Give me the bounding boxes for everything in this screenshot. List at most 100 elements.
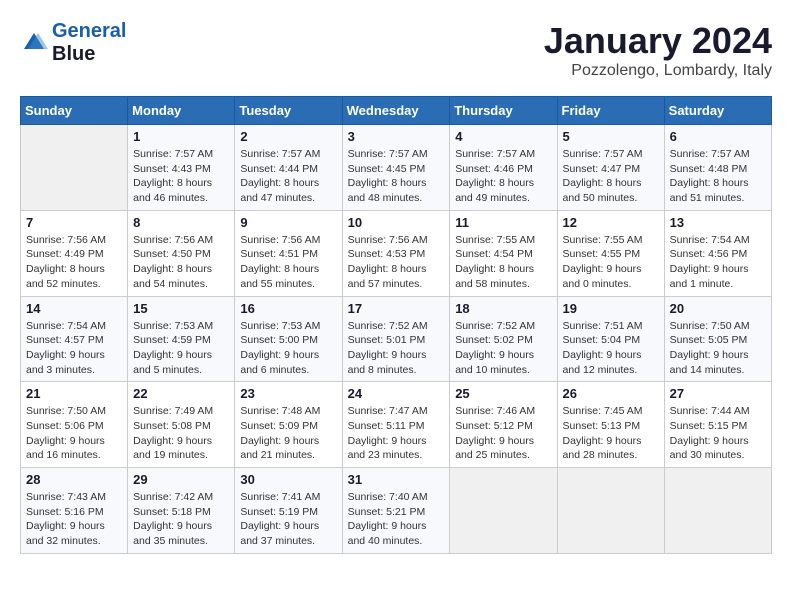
day-number: 9 xyxy=(240,215,336,230)
day-number: 11 xyxy=(455,215,551,230)
day-info: Sunrise: 7:50 AM Sunset: 5:06 PM Dayligh… xyxy=(26,404,122,463)
day-number: 17 xyxy=(348,301,445,316)
day-number: 8 xyxy=(133,215,229,230)
day-number: 16 xyxy=(240,301,336,316)
day-info: Sunrise: 7:45 AM Sunset: 5:13 PM Dayligh… xyxy=(563,404,659,463)
calendar-cell: 9 Sunrise: 7:56 AM Sunset: 4:51 PM Daylig… xyxy=(235,210,342,296)
day-number: 20 xyxy=(670,301,766,316)
day-number: 7 xyxy=(26,215,122,230)
month-title: January 2024 xyxy=(544,20,772,62)
calendar-cell: 8 Sunrise: 7:56 AM Sunset: 4:50 PM Daylig… xyxy=(128,210,235,296)
day-number: 27 xyxy=(670,386,766,401)
day-number: 23 xyxy=(240,386,336,401)
calendar-cell: 19Sunrise: 7:51 AM Sunset: 5:04 PM Dayli… xyxy=(557,296,664,382)
day-info: Sunrise: 7:53 AM Sunset: 5:00 PM Dayligh… xyxy=(240,319,336,378)
calendar-cell: 2 Sunrise: 7:57 AM Sunset: 4:44 PM Daylig… xyxy=(235,125,342,211)
day-number: 4 xyxy=(455,129,551,144)
calendar-cell: 5Sunrise: 7:57 AM Sunset: 4:47 PM Daylig… xyxy=(557,125,664,211)
day-number: 25 xyxy=(455,386,551,401)
header-cell-friday: Friday xyxy=(557,97,664,125)
day-number: 6 xyxy=(670,129,766,144)
week-row-4: 21 Sunrise: 7:50 AM Sunset: 5:06 PM Dayli… xyxy=(21,382,772,468)
calendar-cell: 29 Sunrise: 7:42 AM Sunset: 5:18 PM Dayli… xyxy=(128,468,235,554)
day-info: Sunrise: 7:57 AM Sunset: 4:44 PM Dayligh… xyxy=(240,147,336,206)
day-number: 26 xyxy=(563,386,659,401)
day-number: 12 xyxy=(563,215,659,230)
calendar-cell: 31 Sunrise: 7:40 AM Sunset: 5:21 PM Dayli… xyxy=(342,468,450,554)
day-info: Sunrise: 7:54 AM Sunset: 4:56 PM Dayligh… xyxy=(670,233,766,292)
calendar-cell: 22 Sunrise: 7:49 AM Sunset: 5:08 PM Dayli… xyxy=(128,382,235,468)
calendar-cell: 13 Sunrise: 7:54 AM Sunset: 4:56 PM Dayli… xyxy=(664,210,771,296)
calendar-cell: 18Sunrise: 7:52 AM Sunset: 5:02 PM Dayli… xyxy=(450,296,557,382)
calendar-cell: 27Sunrise: 7:44 AM Sunset: 5:15 PM Dayli… xyxy=(664,382,771,468)
day-number: 14 xyxy=(26,301,122,316)
day-number: 21 xyxy=(26,386,122,401)
calendar-cell: 14 Sunrise: 7:54 AM Sunset: 4:57 PM Dayli… xyxy=(21,296,128,382)
calendar-cell: 25 Sunrise: 7:46 AM Sunset: 5:12 PM Dayli… xyxy=(450,382,557,468)
title-block: January 2024 Pozzolengo, Lombardy, Italy xyxy=(544,20,772,80)
day-number: 19 xyxy=(563,301,659,316)
day-number: 5 xyxy=(563,129,659,144)
day-number: 18 xyxy=(455,301,551,316)
day-number: 10 xyxy=(348,215,445,230)
calendar-cell xyxy=(664,468,771,554)
calendar-cell: 1Sunrise: 7:57 AM Sunset: 4:43 PM Daylig… xyxy=(128,125,235,211)
day-info: Sunrise: 7:46 AM Sunset: 5:12 PM Dayligh… xyxy=(455,404,551,463)
week-row-2: 7Sunrise: 7:56 AM Sunset: 4:49 PM Daylig… xyxy=(21,210,772,296)
week-row-3: 14 Sunrise: 7:54 AM Sunset: 4:57 PM Dayli… xyxy=(21,296,772,382)
day-number: 30 xyxy=(240,472,336,487)
day-info: Sunrise: 7:55 AM Sunset: 4:54 PM Dayligh… xyxy=(455,233,551,292)
day-info: Sunrise: 7:56 AM Sunset: 4:51 PM Dayligh… xyxy=(240,233,336,292)
calendar-table: SundayMondayTuesdayWednesdayThursdayFrid… xyxy=(20,96,772,554)
day-info: Sunrise: 7:43 AM Sunset: 5:16 PM Dayligh… xyxy=(26,490,122,549)
calendar-cell: 17 Sunrise: 7:52 AM Sunset: 5:01 PM Dayli… xyxy=(342,296,450,382)
week-row-1: 1Sunrise: 7:57 AM Sunset: 4:43 PM Daylig… xyxy=(21,125,772,211)
day-number: 2 xyxy=(240,129,336,144)
day-info: Sunrise: 7:57 AM Sunset: 4:46 PM Dayligh… xyxy=(455,147,551,206)
day-info: Sunrise: 7:57 AM Sunset: 4:43 PM Dayligh… xyxy=(133,147,229,206)
day-info: Sunrise: 7:53 AM Sunset: 4:59 PM Dayligh… xyxy=(133,319,229,378)
day-info: Sunrise: 7:50 AM Sunset: 5:05 PM Dayligh… xyxy=(670,319,766,378)
calendar-cell: 11 Sunrise: 7:55 AM Sunset: 4:54 PM Dayli… xyxy=(450,210,557,296)
day-number: 31 xyxy=(348,472,445,487)
calendar-cell: 7Sunrise: 7:56 AM Sunset: 4:49 PM Daylig… xyxy=(21,210,128,296)
day-info: Sunrise: 7:52 AM Sunset: 5:01 PM Dayligh… xyxy=(348,319,445,378)
day-info: Sunrise: 7:42 AM Sunset: 5:18 PM Dayligh… xyxy=(133,490,229,549)
day-info: Sunrise: 7:41 AM Sunset: 5:19 PM Dayligh… xyxy=(240,490,336,549)
calendar-cell: 15Sunrise: 7:53 AM Sunset: 4:59 PM Dayli… xyxy=(128,296,235,382)
calendar-cell xyxy=(450,468,557,554)
calendar-cell: 4 Sunrise: 7:57 AM Sunset: 4:46 PM Daylig… xyxy=(450,125,557,211)
logo-icon xyxy=(20,29,48,57)
header-cell-monday: Monday xyxy=(128,97,235,125)
day-info: Sunrise: 7:56 AM Sunset: 4:50 PM Dayligh… xyxy=(133,233,229,292)
calendar-cell: 20 Sunrise: 7:50 AM Sunset: 5:05 PM Dayli… xyxy=(664,296,771,382)
day-info: Sunrise: 7:49 AM Sunset: 5:08 PM Dayligh… xyxy=(133,404,229,463)
day-info: Sunrise: 7:56 AM Sunset: 4:53 PM Dayligh… xyxy=(348,233,445,292)
day-number: 13 xyxy=(670,215,766,230)
header-cell-saturday: Saturday xyxy=(664,97,771,125)
page-header: General Blue January 2024 Pozzolengo, Lo… xyxy=(20,20,772,80)
header-cell-thursday: Thursday xyxy=(450,97,557,125)
day-info: Sunrise: 7:48 AM Sunset: 5:09 PM Dayligh… xyxy=(240,404,336,463)
day-info: Sunrise: 7:40 AM Sunset: 5:21 PM Dayligh… xyxy=(348,490,445,549)
header-row: SundayMondayTuesdayWednesdayThursdayFrid… xyxy=(21,97,772,125)
calendar-cell: 10 Sunrise: 7:56 AM Sunset: 4:53 PM Dayli… xyxy=(342,210,450,296)
calendar-cell xyxy=(21,125,128,211)
day-info: Sunrise: 7:54 AM Sunset: 4:57 PM Dayligh… xyxy=(26,319,122,378)
day-info: Sunrise: 7:55 AM Sunset: 4:55 PM Dayligh… xyxy=(563,233,659,292)
day-info: Sunrise: 7:57 AM Sunset: 4:48 PM Dayligh… xyxy=(670,147,766,206)
day-number: 3 xyxy=(348,129,445,144)
day-number: 22 xyxy=(133,386,229,401)
calendar-cell xyxy=(557,468,664,554)
calendar-cell: 12 Sunrise: 7:55 AM Sunset: 4:55 PM Dayli… xyxy=(557,210,664,296)
logo-text: General Blue xyxy=(52,20,126,66)
day-number: 28 xyxy=(26,472,122,487)
logo: General Blue xyxy=(20,20,126,66)
calendar-cell: 30 Sunrise: 7:41 AM Sunset: 5:19 PM Dayli… xyxy=(235,468,342,554)
day-info: Sunrise: 7:47 AM Sunset: 5:11 PM Dayligh… xyxy=(348,404,445,463)
calendar-cell: 24Sunrise: 7:47 AM Sunset: 5:11 PM Dayli… xyxy=(342,382,450,468)
calendar-cell: 23 Sunrise: 7:48 AM Sunset: 5:09 PM Dayli… xyxy=(235,382,342,468)
calendar-cell: 3Sunrise: 7:57 AM Sunset: 4:45 PM Daylig… xyxy=(342,125,450,211)
day-number: 29 xyxy=(133,472,229,487)
week-row-5: 28 Sunrise: 7:43 AM Sunset: 5:16 PM Dayli… xyxy=(21,468,772,554)
